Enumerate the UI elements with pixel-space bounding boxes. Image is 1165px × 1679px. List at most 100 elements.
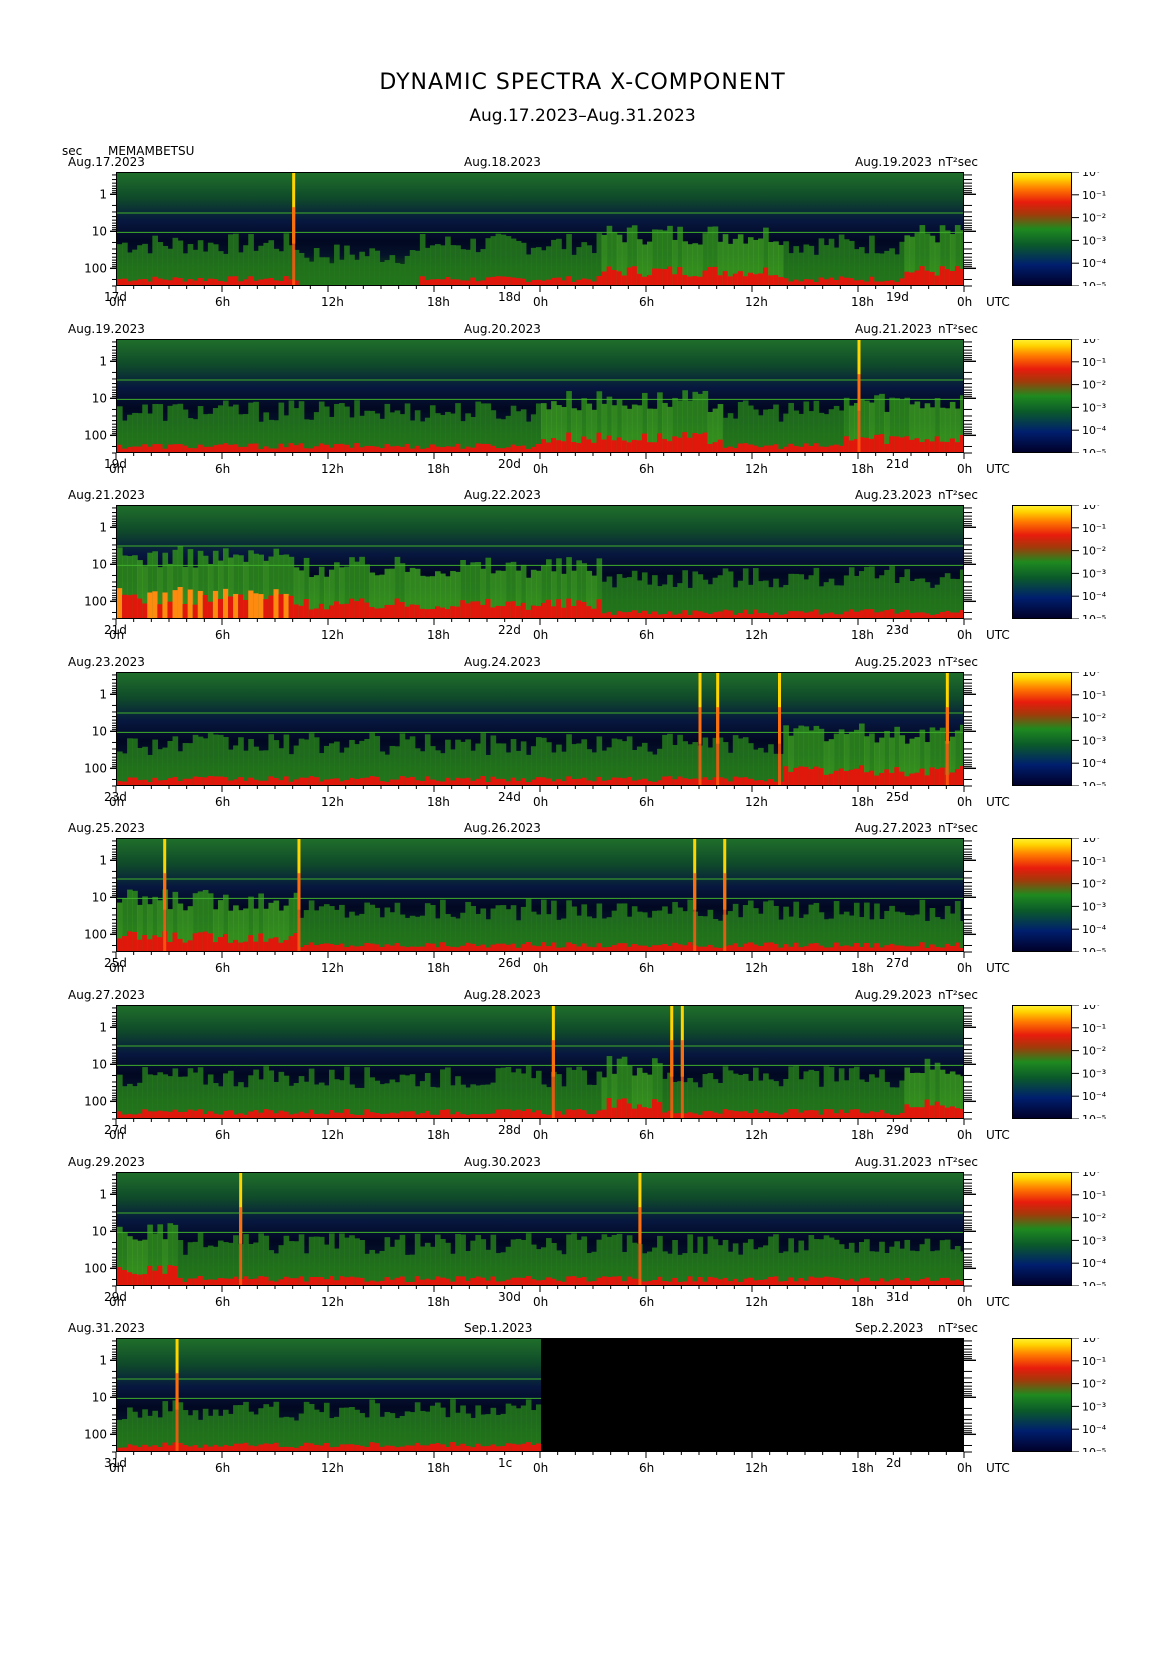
panel-mid-day: 24d [498,789,521,804]
y-tick-label: 10 [92,391,107,405]
x-tick-label: 6h [639,795,654,809]
colorbar [1012,1005,1072,1119]
x-tick-label: 12h [745,795,768,809]
colorbar-tick-label: 10⁻² [1082,1211,1106,1224]
x-tick-label: 18h [851,1128,874,1142]
x-tick-label: 0h [957,1295,972,1309]
x-tick-label: 12h [745,961,768,975]
colorbar-tick-label: 10⁻⁵ [1082,1446,1106,1452]
colorbar-tick-label: 10⁻¹ [1082,355,1106,368]
x-tick-label: 12h [321,295,344,309]
y-tick-label: 1 [99,687,107,701]
colorbar [1012,338,1072,453]
x-tick-label: 6h [215,961,230,975]
colorbar-ticks: 10⁰ 10⁻¹ 10⁻² 10⁻³ 10⁻⁴ 10⁻⁵ [1071,838,1107,953]
x-tick-label: 12h [321,1295,344,1309]
colorbar-ticks: 10⁰ 10⁻¹ 10⁻² 10⁻³ 10⁻⁴ 10⁻⁵ [1071,671,1107,786]
x-tick-label: 6h [215,1461,230,1475]
x-tick-label: 6h [215,462,230,476]
colorbar-ticks: 10⁰ 10⁻¹ 10⁻² 10⁻³ 10⁻⁴ 10⁻⁵ [1071,505,1107,620]
panel-start-day: 27d [104,1123,127,1137]
x-tick-label: 12h [745,1295,768,1309]
panel-end-date: Sep.2.2023 [855,1321,924,1336]
panel-start-date: Aug.31.2023 [68,1321,145,1336]
colorbar [1012,172,1072,286]
panel-axes: 0h 6h 12h 18h 0h 6h 12h 18h 0h UTC110100 [84,674,1010,809]
colorbar [1012,1171,1072,1286]
colorbar-tick-label: 10⁻³ [1082,568,1106,581]
x-tick-label: 18h [427,961,450,975]
x-tick-label: 12h [321,961,344,975]
utc-label: UTC [986,795,1010,809]
colorbar-tick-label: 10⁰ [1082,339,1101,346]
y-tick-label: 100 [84,261,107,275]
y-tick-label: 10 [92,1057,107,1071]
panel-start-date: Aug.17.2023 [68,155,145,169]
colorbar-tick-label: 10⁰ [1082,172,1101,179]
x-tick-label: 6h [215,1295,230,1309]
panel-end-date: Aug.23.2023 [855,488,932,503]
y-tick-label: 10 [92,891,107,905]
utc-label: UTC [986,1295,1010,1309]
x-tick-label: 12h [321,1461,344,1475]
panel-start-day: 21d [104,623,127,638]
y-tick-label: 100 [84,1261,107,1275]
x-tick-label: 18h [851,1295,874,1309]
panel-start-date: Aug.21.2023 [68,488,145,503]
y-tick-label: 10 [92,724,107,738]
colorbar-tick-label: 10⁻¹ [1082,522,1106,535]
x-tick-label: 12h [321,1128,344,1142]
colorbar-tick-label: 10⁻⁵ [1082,447,1106,453]
x-tick-label: 6h [215,295,230,309]
panel-mid-day: 30d [498,1289,521,1304]
colorbar-unit: nT²sec [938,321,978,336]
panel-end-date: Aug.21.2023 [855,321,932,336]
x-tick-label: 0h [957,795,972,809]
x-tick-label: 0h [533,1461,548,1475]
colorbar-tick-label: 10⁻⁴ [1082,424,1107,437]
colorbar-tick-label: 10⁻¹ [1082,1022,1106,1035]
x-tick-label: 18h [427,1461,450,1475]
panel-start-date: Aug.27.2023 [68,988,145,1002]
colorbar [1012,838,1072,953]
x-tick-label: 6h [215,628,230,642]
colorbar-tick-label: 10⁰ [1082,505,1101,512]
colorbar-unit: nT²sec [938,988,978,1002]
x-tick-label: 0h [533,1128,548,1142]
panel-axes: 0h 6h 12h 18h 0h 6h 12h 18h 0h UTC110100 [84,174,1010,309]
panel-mid-date: Aug.20.2023 [464,321,541,336]
colorbar-tick-label: 10⁰ [1082,1338,1101,1345]
x-tick-label: 18h [427,295,450,309]
y-tick-label: 1 [99,854,107,868]
x-tick-label: 18h [851,628,874,642]
spectrogram-panel-3: Aug.21.2023 Aug.22.2023 Aug.23.2023 nT²s… [0,487,1165,667]
colorbar-ticks: 10⁰ 10⁻¹ 10⁻² 10⁻³ 10⁻⁴ 10⁻⁵ [1071,1171,1107,1286]
colorbar-tick-label: 10⁻⁵ [1082,1113,1106,1119]
panel-start-day: 31d [104,1456,127,1471]
colorbar-unit: nT²sec [938,488,978,503]
panel-start-date: Aug.23.2023 [68,654,145,669]
x-tick-label: 18h [851,795,874,809]
panel-mid-day: 20d [498,456,521,471]
colorbar-tick-label: 10⁻³ [1082,234,1106,247]
colorbar-unit: nT²sec [938,1321,978,1336]
colorbar-tick-label: 10⁻⁴ [1082,590,1107,603]
x-tick-label: 0h [957,295,972,309]
panel-end-day: 23d [886,623,909,638]
colorbar [1012,671,1072,786]
y-tick-label: 100 [84,761,107,775]
colorbar-tick-label: 10⁰ [1082,838,1101,845]
colorbar-tick-label: 10⁻⁵ [1082,946,1106,952]
panel-end-date: Aug.31.2023 [855,1154,932,1169]
panel-start-date: Aug.25.2023 [68,821,145,836]
panel-end-day: 2d [886,1456,902,1471]
colorbar-tick-label: 10⁻³ [1082,1234,1106,1247]
colorbar-tick-label: 10⁻³ [1082,734,1106,747]
x-tick-label: 0h [957,462,972,476]
y-tick-label: 100 [84,428,107,442]
spectrogram-panel-2: Aug.19.2023 Aug.20.2023 Aug.21.2023 nT²s… [0,321,1165,501]
colorbar-tick-label: 10⁻⁴ [1082,1090,1107,1103]
colorbar [1012,505,1072,620]
panel-end-day: 25d [886,789,909,804]
colorbar-tick-label: 10⁻² [1082,878,1106,891]
